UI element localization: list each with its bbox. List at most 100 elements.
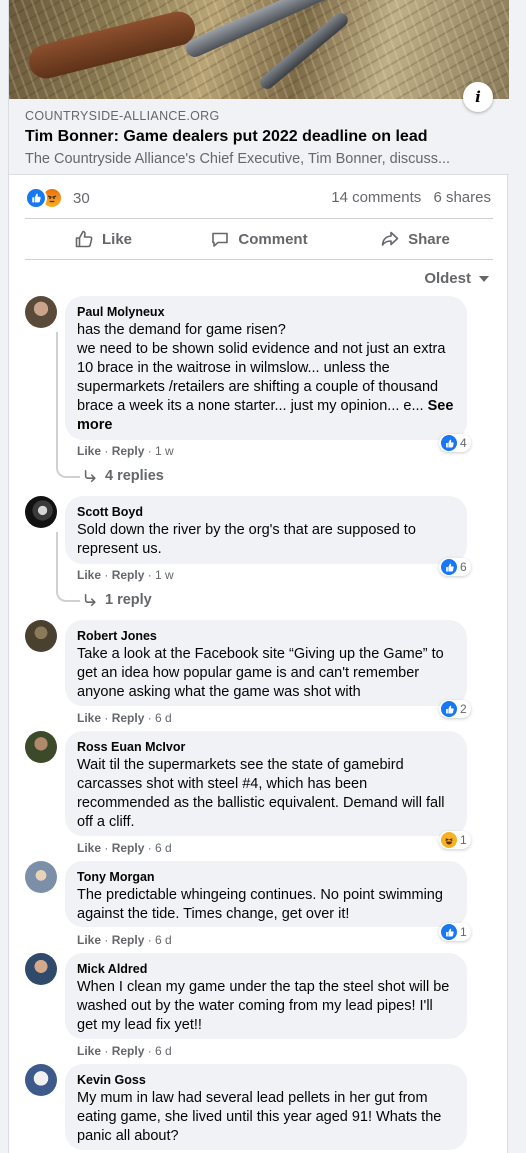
comment-reply-link[interactable]: Reply <box>112 933 145 947</box>
comment-like-link[interactable]: Like <box>77 568 101 582</box>
comment-text: Wait til the supermarkets see the state … <box>77 757 445 830</box>
like-button[interactable]: Like <box>25 219 181 259</box>
comment-reply-link[interactable]: Reply <box>112 444 145 458</box>
thread-connector <box>56 588 80 602</box>
comment-time[interactable]: 6 d <box>155 933 172 947</box>
post-stats: 14 comments 6 shares <box>331 189 491 206</box>
comment-button[interactable]: Comment <box>181 219 337 259</box>
comment: Mick Aldred When I clean my game under t… <box>25 953 501 1059</box>
comment-icon <box>212 232 229 247</box>
comment-author[interactable]: Mick Aldred <box>77 961 455 977</box>
comment-meta: Like · Reply · 1 w <box>77 444 174 458</box>
comment-reply-link[interactable]: Reply <box>112 568 145 582</box>
avatar[interactable] <box>25 731 57 763</box>
shares-count-link[interactable]: 6 shares <box>433 189 491 206</box>
comment-text: My mum in law had several lead pellets i… <box>77 1090 442 1144</box>
comment-reaction-count: 6 <box>460 560 467 574</box>
comment-reactions[interactable]: 1 <box>439 923 471 941</box>
caret-down-icon <box>479 275 489 282</box>
comment-bubble: Scott Boyd Sold down the river by the or… <box>65 496 467 564</box>
comment-time[interactable]: 6 d <box>155 1044 172 1058</box>
thread-connector <box>56 464 80 478</box>
divider <box>25 259 493 260</box>
comment-reactions[interactable]: 2 <box>439 700 471 718</box>
post-actions: Like Comment Share <box>25 219 493 259</box>
link-preview-image[interactable] <box>9 0 509 99</box>
link-preview[interactable]: COUNTRYSIDE-ALLIANCE.ORG Tim Bonner: Gam… <box>9 99 509 175</box>
comment-meta: Like · Reply · 1 w <box>77 568 174 582</box>
comment-meta: Like · Reply · 6 d <box>77 1044 172 1058</box>
comment-author[interactable]: Tony Morgan <box>77 869 455 885</box>
comment: Ross Euan McIvor Wait til the supermarke… <box>25 731 501 857</box>
post-card: i COUNTRYSIDE-ALLIANCE.ORG Tim Bonner: G… <box>8 0 509 1153</box>
comment-time[interactable]: 1 w <box>155 568 174 582</box>
info-icon[interactable]: i <box>463 82 493 112</box>
comment-author[interactable]: Kevin Goss <box>77 1072 455 1088</box>
comment-author[interactable]: Robert Jones <box>77 628 455 644</box>
comment: Robert Jones Take a look at the Facebook… <box>25 620 501 726</box>
link-domain: COUNTRYSIDE-ALLIANCE.ORG <box>25 109 220 123</box>
comment-bubble: Robert Jones Take a look at the Facebook… <box>65 620 467 706</box>
comment-author[interactable]: Ross Euan McIvor <box>77 739 455 755</box>
comment-reactions[interactable]: 6 <box>439 558 471 576</box>
comment-like-link[interactable]: Like <box>77 1044 101 1058</box>
comment-bubble: Kevin Goss My mum in law had several lea… <box>65 1064 467 1150</box>
like-label: Like <box>101 230 132 248</box>
avatar[interactable] <box>25 953 57 985</box>
avatar[interactable] <box>25 296 57 328</box>
comment-bubble: Ross Euan McIvor Wait til the supermarke… <box>65 731 467 836</box>
share-button[interactable]: Share <box>337 219 493 259</box>
avatar[interactable] <box>25 1064 57 1096</box>
comment-reply-link[interactable]: Reply <box>112 841 145 855</box>
comment-time[interactable]: 1 w <box>155 444 174 458</box>
link-title[interactable]: Tim Bonner: Game dealers put 2022 deadli… <box>25 128 428 146</box>
comments-count-link[interactable]: 14 comments <box>331 189 421 206</box>
comment-reaction-count: 2 <box>460 702 467 716</box>
thread-line <box>56 332 58 464</box>
like-icon <box>441 701 457 717</box>
comment: Paul Molyneux has the demand for game ri… <box>25 296 501 486</box>
like-icon <box>25 187 47 209</box>
comment-time[interactable]: 6 d <box>155 711 172 725</box>
comment-text: Sold down the river by the org's that ar… <box>77 522 416 557</box>
comment-meta: Like · Reply · 6 d <box>77 711 172 725</box>
comment-author[interactable]: Scott Boyd <box>77 504 455 520</box>
link-description: The Countryside Alliance's Chief Executi… <box>25 151 451 167</box>
thumbs-up-icon <box>75 230 93 248</box>
like-icon <box>441 435 457 451</box>
comment-meta: Like · Reply · 6 d <box>77 933 172 947</box>
comment-like-link[interactable]: Like <box>77 444 101 458</box>
avatar[interactable] <box>25 620 57 652</box>
avatar[interactable] <box>25 496 57 528</box>
comment-text: has the demand for game risen? we need t… <box>77 322 454 433</box>
view-replies-link[interactable]: 1 reply <box>83 592 152 608</box>
haha-icon <box>441 832 457 848</box>
comment-reply-link[interactable]: Reply <box>112 711 145 725</box>
comment-reactions[interactable]: 1 <box>439 831 471 849</box>
like-icon <box>441 559 457 575</box>
comment-bubble: Paul Molyneux has the demand for game ri… <box>65 296 467 440</box>
comment-bubble: Mick Aldred When I clean my game under t… <box>65 953 467 1039</box>
share-icon <box>381 231 399 246</box>
comment-like-link[interactable]: Like <box>77 933 101 947</box>
comment: Kevin Goss My mum in law had several lea… <box>25 1064 501 1153</box>
reaction-summary[interactable]: 30 <box>25 187 90 209</box>
thread-line <box>56 532 58 588</box>
comment-time[interactable]: 6 d <box>155 841 172 855</box>
comment-reactions[interactable]: 4 <box>439 434 471 452</box>
comment-reply-link[interactable]: Reply <box>112 1044 145 1058</box>
comment-meta: Like · Reply · 6 d <box>77 841 172 855</box>
reply-arrow-icon <box>84 593 96 607</box>
comment-reaction-count: 1 <box>460 925 467 939</box>
avatar[interactable] <box>25 861 57 893</box>
sort-dropdown[interactable]: Oldest <box>424 270 489 287</box>
comment-author[interactable]: Paul Molyneux <box>77 304 455 320</box>
comment-reaction-count: 1 <box>460 833 467 847</box>
comment-text: Take a look at the Facebook site “Giving… <box>77 646 444 700</box>
comment-like-link[interactable]: Like <box>77 711 101 725</box>
comment-like-link[interactable]: Like <box>77 841 101 855</box>
comment-text: The predictable whingeing continues. No … <box>77 887 443 922</box>
like-icon <box>441 924 457 940</box>
comment: Scott Boyd Sold down the river by the or… <box>25 496 501 612</box>
view-replies-link[interactable]: 4 replies <box>83 468 164 484</box>
